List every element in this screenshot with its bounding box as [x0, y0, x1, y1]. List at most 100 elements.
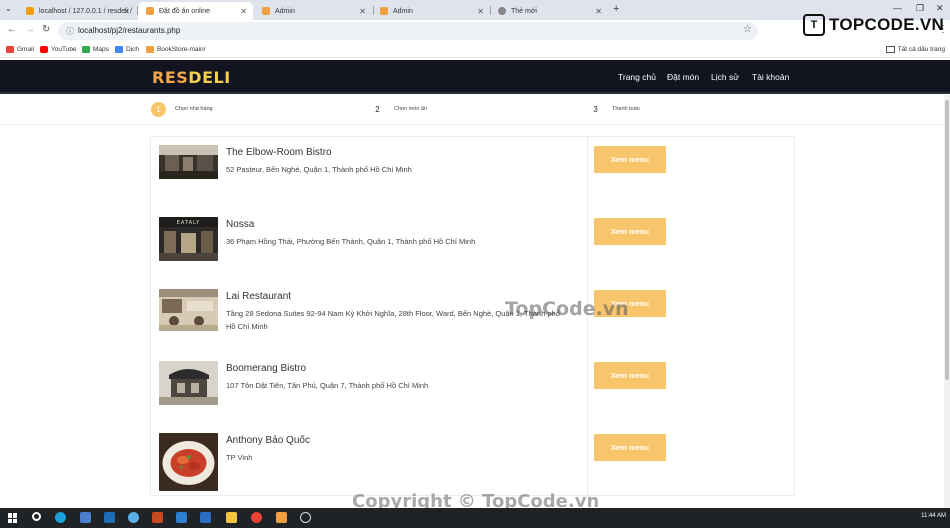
windows-taskbar: 11:44 AM	[0, 508, 950, 528]
restaurant-item: EATALY Nossa 36 Phạm Hồng Thái, Phường B…	[159, 217, 789, 277]
watermark-text: TopCode.vn	[505, 298, 629, 320]
restaurant-thumbnail: EATALY	[159, 217, 218, 261]
restaurant-item: Lai Restaurant Tầng 28 Sedona Suites 92-…	[159, 289, 789, 349]
forward-arrow-icon[interactable]: →	[25, 24, 35, 35]
tab-title: Admin	[275, 7, 295, 15]
step-1-number: 1	[151, 102, 166, 117]
nav-dat-mon[interactable]: Đặt món	[667, 72, 699, 82]
restaurant-item: The Elbow-Room Bistro 52 Pasteur, Bến Ng…	[159, 145, 789, 205]
nav-tai-khoan[interactable]: Tài khoản	[752, 72, 789, 82]
reload-icon[interactable]: ↻	[42, 24, 50, 35]
maximize-window-icon[interactable]: ❐	[916, 3, 924, 14]
new-tab-plus-icon[interactable]: +	[613, 3, 619, 15]
all-bookmarks-label: Tất cả dấu trang	[897, 46, 945, 53]
view-menu-button[interactable]: Xem menu	[594, 362, 666, 389]
browser-tab-dat-do-an[interactable]: Đặt đồ ăn online ✕	[138, 2, 253, 20]
close-tab-icon[interactable]: ✕	[123, 7, 130, 16]
nav-lich-su[interactable]: Lịch sử	[711, 72, 739, 82]
site-favicon-icon	[146, 7, 154, 15]
restaurant-item: Anthony Bảo Quốc TP Vinh Xem menu	[159, 433, 789, 493]
skype-icon[interactable]	[128, 512, 139, 523]
step-3-label: Thanh toán	[612, 106, 640, 112]
nav-trang-chu[interactable]: Trang chủ	[618, 72, 656, 82]
restaurant-address: 107 Tôn Dật Tiên, Tân Phú, Quận 7, Thành…	[226, 381, 429, 390]
bookmark-star-icon[interactable]: ☆	[743, 24, 752, 35]
site-info-icon[interactable]: ⓘ	[66, 26, 74, 37]
minimize-window-icon[interactable]: —	[893, 3, 902, 13]
search-icon[interactable]	[32, 512, 41, 521]
chrome-icon[interactable]	[251, 512, 262, 523]
close-tab-icon[interactable]: ✕	[477, 7, 484, 16]
tab-title: Admin	[393, 7, 413, 15]
url-text[interactable]: localhost/pj2/restaurants.php	[78, 26, 180, 35]
restaurant-address: TP Vinh	[226, 453, 253, 462]
close-tab-icon[interactable]: ✕	[359, 7, 366, 16]
restaurant-name[interactable]: Nossa	[226, 219, 254, 230]
bookmark-label: Maps	[93, 46, 109, 53]
photos-icon[interactable]	[80, 512, 91, 523]
photoshop-icon[interactable]	[104, 512, 115, 523]
bookmark-bookstore[interactable]: BookStore-main/	[146, 46, 205, 53]
step-2-number: 2	[370, 102, 385, 117]
logo-part-2: DELI	[188, 68, 231, 87]
view-menu-button[interactable]: Xem menu	[594, 434, 666, 461]
step-1-label: Chọn nhà hàng	[175, 106, 213, 112]
vscode-icon[interactable]	[176, 512, 187, 523]
bookmarks-folder-icon	[885, 46, 895, 53]
eataly-sign-text: EATALY	[177, 220, 200, 226]
browser-tab-admin-1[interactable]: Admin ✕	[254, 2, 372, 20]
windows-start-icon[interactable]	[8, 513, 18, 523]
restaurant-thumbnail	[159, 361, 218, 405]
site-favicon-icon	[262, 7, 270, 15]
bookmark-gmail[interactable]: Gmail	[6, 46, 34, 53]
close-window-icon[interactable]: ✕	[936, 3, 944, 14]
restaurant-address: 52 Pasteur, Bến Nghé, Quận 1, Thành phố …	[226, 165, 412, 174]
step-3-number: 3	[588, 102, 603, 117]
restaurant-name[interactable]: Lai Restaurant	[226, 291, 291, 302]
view-menu-button[interactable]: Xem menu	[594, 146, 666, 173]
url-omnibox[interactable]: ⓘ localhost/pj2/restaurants.php ☆	[58, 22, 758, 40]
restaurant-name[interactable]: The Elbow-Room Bistro	[226, 147, 332, 158]
view-menu-button[interactable]: Xem menu	[594, 218, 666, 245]
restaurant-name[interactable]: Boomerang Bistro	[226, 363, 306, 374]
browser-tab-admin-2[interactable]: Admin ✕	[372, 2, 490, 20]
logo-part-1: RES	[152, 68, 189, 87]
bookmark-label: Gmail	[17, 46, 34, 53]
bookmark-label: YouTube	[51, 46, 77, 53]
edge-icon[interactable]	[55, 512, 66, 523]
page-scrollbar-thumb[interactable]	[945, 100, 949, 380]
file-explorer-icon[interactable]	[226, 512, 237, 523]
tab-search-chevron-icon[interactable]: ⌄	[5, 4, 12, 13]
browser-tab-phpmyadmin[interactable]: localhost / 127.0.0.1 / resdeli / ✕	[18, 2, 136, 20]
bookmark-label: BookStore-main/	[157, 46, 206, 53]
close-tab-icon[interactable]: ✕	[595, 7, 602, 16]
back-arrow-icon[interactable]: ←	[7, 24, 17, 35]
translate-icon	[115, 46, 123, 53]
bookmark-dich[interactable]: Dịch	[115, 46, 139, 53]
step-2-label: Chọn món ăn	[394, 106, 428, 112]
topcode-brand-logo: T TOPCODE.VN	[803, 12, 944, 38]
restaurant-thumbnail	[159, 433, 218, 491]
tab-title: Thẻ mới	[511, 7, 537, 15]
topcode-logo-text: TOPCODE.VN	[829, 15, 945, 34]
word-icon[interactable]	[200, 512, 211, 523]
illustrator-icon[interactable]	[152, 512, 163, 523]
close-tab-icon[interactable]: ✕	[240, 7, 247, 16]
topcode-logo-icon: T	[803, 14, 825, 36]
bookmark-youtube[interactable]: YouTube	[40, 46, 77, 53]
site-favicon-icon	[380, 7, 388, 15]
restaurant-thumbnail	[159, 289, 218, 333]
tab-title: Đặt đồ ăn online	[159, 7, 210, 15]
clock-icon[interactable]	[300, 512, 311, 523]
resdeli-logo[interactable]: RESDELI	[152, 68, 231, 87]
tab-title: localhost / 127.0.0.1 / resdeli /	[39, 7, 132, 15]
bookmark-maps[interactable]: Maps	[82, 46, 109, 53]
chrome-favicon-icon	[498, 7, 506, 15]
all-bookmarks[interactable]: Tất cả dấu trang	[885, 46, 945, 53]
browser-tab-new[interactable]: Thẻ mới ✕	[490, 2, 608, 20]
app-icon[interactable]	[276, 512, 287, 523]
site-header: RESDELI Trang chủ Đặt món Lịch sử Tài kh…	[0, 60, 950, 94]
gmail-icon	[6, 46, 14, 53]
taskbar-clock[interactable]: 11:44 AM	[921, 513, 946, 519]
restaurant-name[interactable]: Anthony Bảo Quốc	[226, 435, 310, 446]
